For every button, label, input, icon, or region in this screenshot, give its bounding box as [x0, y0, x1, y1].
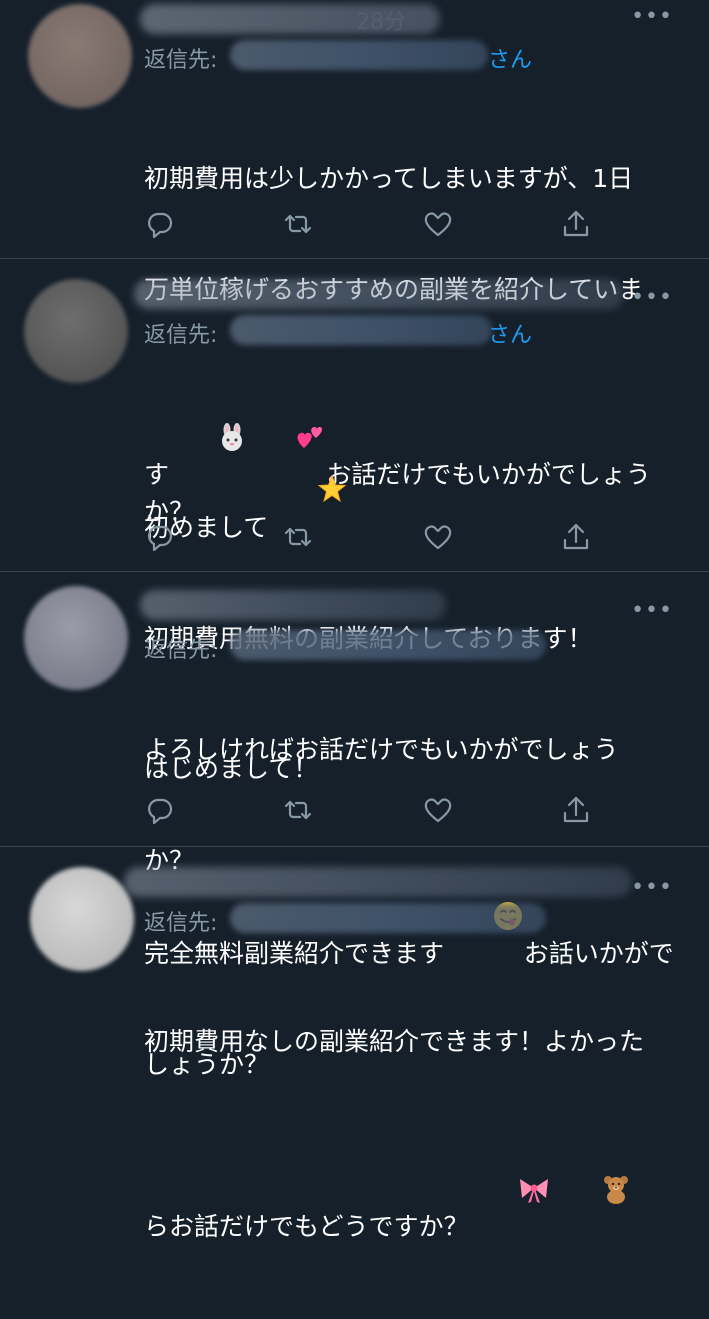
reply-to-suffix[interactable]: さん	[488, 317, 532, 349]
tweet-text-line: 初期費用なしの副業紹介できます！よかった	[144, 1027, 645, 1056]
tweet-3[interactable]: ••• 返信先: はじめまして！ 完全無料副業紹介できます お話いかがで しょう…	[0, 572, 709, 1079]
like-icon[interactable]	[422, 794, 454, 826]
reply-icon[interactable]	[144, 794, 176, 826]
like-icon[interactable]	[422, 208, 454, 240]
retweet-icon[interactable]	[282, 208, 314, 240]
avatar[interactable]	[30, 867, 134, 971]
reply-to-handle-redacted[interactable]	[230, 315, 492, 345]
avatar[interactable]	[28, 4, 132, 108]
more-icon[interactable]: •••	[631, 6, 673, 28]
reply-icon[interactable]	[144, 208, 176, 240]
teddy-bear-emoji	[552, 1134, 632, 1245]
tweet-1[interactable]: 28分 ••• 返信先: さん 初期費用は少しかかってしまいますが、1日 万単位…	[0, 0, 709, 526]
retweet-icon[interactable]	[282, 794, 314, 826]
reply-to-suffix[interactable]: さん	[488, 42, 532, 74]
timestamp: 28分	[356, 10, 406, 35]
avatar[interactable]	[24, 586, 128, 690]
author-name-redacted	[140, 590, 446, 620]
reply-to-label: 返信先:	[144, 638, 218, 663]
tweet-text: 初期費用なしの副業紹介できます！よかった らお話だけでもどうですか？	[144, 949, 684, 1319]
author-name-redacted	[134, 279, 624, 309]
reply-to-handle-redacted[interactable]	[230, 40, 488, 70]
reply-to-label: 返信先:	[144, 323, 218, 348]
share-icon[interactable]	[560, 794, 592, 826]
tweet-actions	[144, 521, 604, 553]
more-icon[interactable]: •••	[631, 287, 673, 309]
share-icon[interactable]	[560, 521, 592, 553]
more-icon[interactable]: •••	[631, 600, 673, 622]
tweet-actions	[144, 794, 604, 826]
tweet-text-line: らお話だけでもどうですか？	[144, 1134, 684, 1245]
like-icon[interactable]	[422, 521, 454, 553]
tweet-text-line: はじめまして！	[144, 754, 319, 783]
tweet-4[interactable]: ••• 返信先: 初期費用なしの副業紹介できます！よかった らお話だけでもどうで…	[0, 847, 709, 1241]
reply-to-handle-redacted[interactable]	[230, 630, 546, 660]
reply-to-label: 返信先:	[144, 48, 218, 73]
tweet-actions	[144, 208, 604, 240]
reply-to-handle-redacted[interactable]	[230, 903, 546, 933]
ribbon-emoji	[469, 1134, 553, 1245]
reply-icon[interactable]	[144, 521, 176, 553]
retweet-icon[interactable]	[282, 521, 314, 553]
author-name-redacted	[124, 867, 632, 897]
more-icon[interactable]: •••	[631, 877, 673, 899]
tweet-text-line: 初期費用は少しかかってしまいますが、1日	[144, 164, 634, 193]
share-icon[interactable]	[560, 208, 592, 240]
tweet-2[interactable]: ••• 返信先: さん 初めまして 初期費用無料の副業紹介しております！ よろし…	[0, 259, 709, 875]
reply-to-label: 返信先:	[144, 911, 218, 936]
avatar[interactable]	[24, 279, 128, 383]
